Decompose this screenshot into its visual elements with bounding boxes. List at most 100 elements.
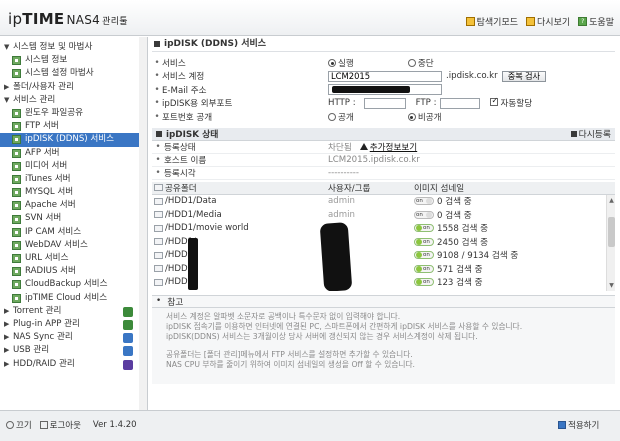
sidebar-item[interactable]: SVN 서버: [4, 212, 147, 225]
group-app-icon: [123, 306, 133, 317]
collapse-arrow-icon[interactable]: ▶: [4, 81, 13, 94]
power-off-button[interactable]: 끄기: [6, 419, 32, 431]
table-row: /HDD1/on 571 검색 중: [152, 262, 615, 276]
host-row: • 호스트 이름 LCM2015.ipdisk.co.kr: [152, 154, 615, 167]
page-icon: [12, 56, 21, 66]
account-input[interactable]: [328, 70, 442, 82]
footer-left: 끄기 로그아웃 Ver 1.4.20: [6, 419, 137, 431]
sidebar-item[interactable]: AFP 서버: [4, 147, 147, 160]
collapse-arrow-icon[interactable]: ▶: [4, 331, 13, 344]
sidebar-item[interactable]: 미디어 서버: [4, 160, 147, 173]
more-info-link[interactable]: 추가정보보기: [370, 141, 417, 153]
apply-button[interactable]: 적용하기: [558, 419, 599, 431]
thumbnail-toggle[interactable]: on: [414, 197, 434, 206]
email-input[interactable]: [328, 84, 442, 96]
thumb-status: 571 검색 중: [437, 264, 483, 275]
service-run-radio[interactable]: 실행: [328, 57, 354, 69]
toggle-text: on: [423, 265, 430, 272]
sidebar-group[interactable]: ▶ USB 관리: [4, 344, 147, 357]
sidebar-item[interactable]: RADIUS 서버: [4, 265, 147, 278]
sidebar-item[interactable]: CloudBackup 서비스: [4, 278, 147, 291]
sidebar-item[interactable]: 시스템 정보: [4, 54, 147, 67]
sidebar-item[interactable]: MYSQL 서버: [4, 186, 147, 199]
sidebar-item-label: iTunes 서버: [25, 173, 71, 184]
col-thumb-header: 이미지 섬네일: [414, 183, 465, 194]
sidebar-item-label: AFP 서버: [25, 147, 60, 158]
explorer-mode-label: 탐색기모드: [476, 18, 519, 28]
checkbox-icon: [490, 96, 499, 107]
scroll-down-icon[interactable]: ▼: [608, 282, 615, 289]
thumbnail-toggle[interactable]: on: [414, 264, 434, 273]
power-off-label: 끄기: [16, 421, 32, 431]
public-radio[interactable]: 공개: [328, 111, 354, 123]
sidebar-item[interactable]: WebDAV 서비스: [4, 239, 147, 252]
help-link[interactable]: ? 도움말: [578, 15, 614, 28]
collapse-arrow-icon[interactable]: ▶: [4, 358, 13, 371]
thumb-status: 123 검색 중: [437, 278, 483, 289]
collapse-arrow-icon[interactable]: ▶: [4, 344, 13, 357]
share-table-scrollbar[interactable]: ▲ ▼: [606, 194, 615, 291]
reg-status-label: 등록상태: [164, 142, 196, 153]
sidebar-item[interactable]: iTunes 서버: [4, 173, 147, 186]
folder-cell: /HDD1/: [152, 237, 328, 247]
radio-icon: [407, 59, 416, 68]
dup-check-button[interactable]: 중복 검사: [501, 70, 547, 82]
scroll-up-icon[interactable]: ▲: [608, 197, 615, 204]
collapse-arrow-icon[interactable]: ▶: [4, 318, 13, 331]
brand-sub: 관리툴: [102, 17, 128, 27]
thumbnail-toggle[interactable]: on: [414, 237, 434, 246]
scroll-thumb[interactable]: [608, 216, 615, 247]
sidebar-item[interactable]: FTP 서버: [4, 120, 147, 133]
folder-cell: /HDD1/Data: [152, 196, 328, 206]
private-radio[interactable]: 비공개: [407, 111, 442, 123]
ftp-port-input[interactable]: [440, 97, 481, 109]
auto-assign-checkbox[interactable]: 자동할당: [490, 96, 532, 109]
sidebar-group[interactable]: ▼ 시스템 정보 및 마법사: [4, 41, 147, 54]
sidebar-scrollbar[interactable]: [139, 37, 147, 410]
reload-link[interactable]: 다시보기: [526, 15, 570, 28]
bullet: •: [155, 141, 161, 152]
sidebar-item[interactable]: 시스템 설정 마법사: [4, 67, 147, 80]
expand-arrow-icon[interactable]: ▼: [4, 41, 13, 54]
thumbnail-toggle[interactable]: on: [414, 278, 434, 287]
sidebar-group[interactable]: ▼ 서비스 관리: [4, 94, 147, 107]
user-cell: admin: [328, 196, 355, 207]
sidebar-item-label: FTP 서버: [25, 121, 59, 132]
logout-button[interactable]: 로그아웃: [39, 419, 81, 431]
sidebar-group[interactable]: ▶ HDD/RAID 관리: [4, 358, 147, 371]
sidebar-group[interactable]: ▶ 폴더/사용자 관리: [4, 81, 147, 94]
sidebar-group[interactable]: ▶ Plug-in APP 관리: [4, 318, 147, 331]
sidebar-item[interactable]: URL 서비스: [4, 252, 147, 265]
service-stop-radio[interactable]: 중단: [407, 57, 434, 69]
thumb-status: 9108 / 9134 검색 중: [437, 251, 519, 262]
thumbnail-toggle[interactable]: on: [414, 224, 434, 233]
http-port-input[interactable]: [363, 97, 406, 109]
thumbnail-toggle[interactable]: on: [414, 210, 434, 219]
explorer-mode-link[interactable]: 탐색기모드: [465, 15, 519, 28]
sidebar-group-label: HDD/RAID 관리: [13, 358, 75, 369]
sidebar-item-label: ipTIME Cloud 서비스: [25, 292, 108, 303]
folder-icon: [465, 17, 475, 26]
page-icon: [12, 109, 21, 119]
account-row: • 서비스 계정 .ipdisk.co.kr 중복 검사: [152, 70, 615, 84]
table-row: /HDD1/movie world on 1558 검색 중: [152, 222, 615, 236]
col-user-header: 사용자/그룹: [328, 183, 371, 194]
sidebar-item[interactable]: IP CAM 서비스: [4, 226, 147, 239]
sidebar-item[interactable]: Apache 서버: [4, 199, 147, 212]
sidebar-item[interactable]: ipDISK (DDNS) 서비스: [0, 133, 147, 147]
col-folder-header: 공유폴더: [152, 182, 328, 194]
sidebar-group[interactable]: ▶ NAS Sync 관리: [4, 331, 147, 344]
brand-prefix: ip: [8, 10, 23, 28]
thumbnail-toggle[interactable]: on: [414, 251, 434, 260]
note-line: 서비스 계정은 알파벳 소문자로 공백이나 특수문자 없이 입력해야 합니다.: [166, 311, 401, 321]
sidebar-group[interactable]: ▶ Torrent 관리: [4, 305, 147, 318]
port-public-label: 포트번호 공개: [162, 112, 213, 123]
expand-arrow-icon[interactable]: ▼: [4, 94, 13, 107]
sidebar-item[interactable]: ipTIME Cloud 서비스: [4, 292, 147, 305]
re-register-button[interactable]: 다시등록: [570, 127, 611, 140]
apply-label: 적용하기: [568, 421, 600, 431]
toggle-knob: [426, 211, 432, 218]
sidebar-item[interactable]: 윈도우 파일공유: [4, 107, 147, 120]
collapse-arrow-icon[interactable]: ▶: [4, 305, 13, 318]
folder-path: /HDD1/movie world: [165, 223, 249, 234]
